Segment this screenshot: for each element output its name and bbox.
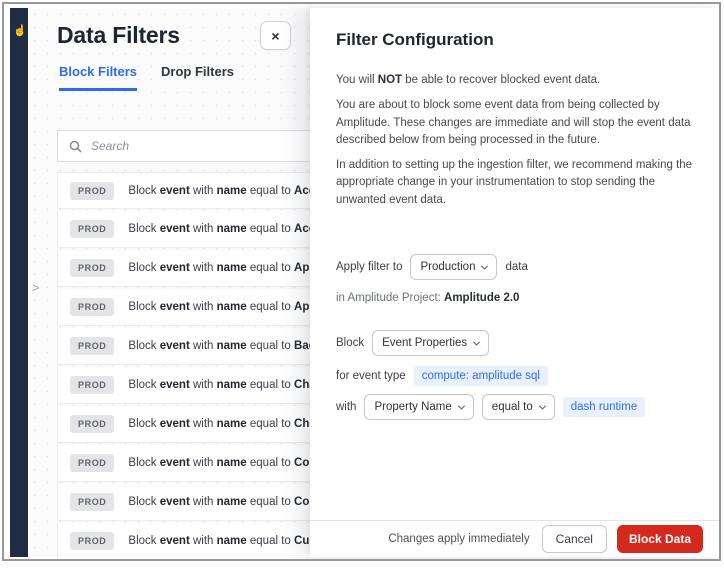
property-name-dropdown[interactable]: Property Name: [364, 394, 474, 420]
project-line: in Amplitude Project: Amplitude 2.0: [336, 292, 520, 304]
filter-row[interactable]: PROD Block event with name equal to Chec: [57, 406, 312, 443]
property-value-chip[interactable]: dash runtime: [562, 397, 646, 417]
filter-row-description: Block event with name equal to Cust: [128, 535, 312, 547]
apply-filter-row: Apply filter to Production data: [336, 254, 528, 280]
tab-drop-filters[interactable]: Drop Filters: [161, 64, 234, 91]
footer-note: Changes apply immediately: [388, 533, 530, 545]
filter-row-description: Block event with name equal to Chec: [128, 418, 312, 430]
drawer-title: Filter Configuration: [336, 30, 494, 49]
screenshot-stage: ☝ Data Filters × Block Filters Drop Filt…: [0, 0, 724, 576]
page-title: Data Filters: [57, 22, 180, 48]
with-row: with Property Name equal to dash runtime: [336, 394, 646, 420]
filter-row[interactable]: PROD Block event with name equal to App: [57, 289, 312, 326]
data-label: data: [505, 261, 528, 273]
cancel-button[interactable]: Cancel: [541, 525, 607, 553]
filter-row[interactable]: PROD Block event with name equal to Com: [57, 484, 312, 521]
filter-row[interactable]: PROD Block event with name equal to Char: [57, 367, 312, 404]
environment-badge: PROD: [70, 259, 115, 277]
filter-row-description: Block event with name equal to App: [128, 301, 312, 313]
filter-row[interactable]: PROD Block event with name equal to Acco: [57, 211, 312, 248]
environment-badge: PROD: [70, 493, 115, 511]
environment-badge: PROD: [70, 298, 115, 316]
block-row: Block Event Properties: [336, 330, 490, 356]
data-filters-panel: Data Filters × Block Filters Drop Filter…: [28, 8, 312, 557]
block-data-button[interactable]: Block Data: [616, 525, 703, 553]
operator-dropdown[interactable]: equal to: [481, 394, 555, 420]
environment-badge: PROD: [70, 532, 115, 550]
filter-row[interactable]: PROD Block event with name equal to Back: [57, 328, 312, 365]
environment-badge: PROD: [70, 454, 115, 472]
filter-row-description: Block event with name equal to Com: [128, 457, 312, 469]
search-icon: [69, 140, 82, 152]
chevron-down-icon: [473, 338, 481, 346]
description-paragraph: You are about to block some event data f…: [336, 99, 691, 146]
chevron-down-icon: [457, 402, 465, 410]
environment-dropdown[interactable]: Production: [410, 254, 498, 280]
event-type-label: for event type: [336, 370, 406, 382]
filter-configuration-drawer: Filter Configuration You will NOT be abl…: [310, 8, 719, 557]
apply-filter-label: Apply filter to: [336, 261, 403, 273]
mouse-cursor: ☝: [13, 25, 27, 37]
left-nav-rail: ☝: [10, 8, 28, 557]
filter-row-description: Block event with name equal to Char: [128, 379, 312, 391]
environment-badge: PROD: [70, 220, 115, 238]
event-type-chip[interactable]: compute: amplitude sql: [413, 366, 548, 386]
filter-row[interactable]: PROD Block event with name equal to Cust: [57, 523, 312, 557]
event-type-row: for event type compute: amplitude sql: [336, 366, 548, 386]
filter-row[interactable]: PROD Block event with name equal to App: [57, 250, 312, 287]
environment-badge: PROD: [70, 181, 115, 200]
warning-line: You will NOT be able to recover blocked …: [336, 74, 601, 86]
drawer-footer: Changes apply immediately Cancel Block D…: [310, 520, 719, 557]
collapse-chevron-icon[interactable]: >: [32, 280, 40, 295]
filter-row-description: Block event with name equal to App: [128, 262, 312, 274]
filter-row-description: Block event with name equal to Back: [128, 340, 312, 352]
search-input[interactable]: Search: [57, 130, 312, 162]
block-label: Block: [336, 337, 365, 349]
tab-block-filters[interactable]: Block Filters: [59, 64, 138, 91]
close-icon[interactable]: ×: [260, 21, 291, 50]
filter-row[interactable]: PROD Block event with name equal to Acco: [57, 172, 312, 209]
with-label: with: [336, 401, 357, 413]
filter-row-description: Block event with name equal to Com: [128, 496, 312, 508]
filter-tabs: Block Filters Drop Filters: [59, 64, 234, 91]
filter-list: PROD Block event with name equal to Acco…: [57, 172, 312, 557]
chevron-down-icon: [538, 402, 546, 410]
filter-row[interactable]: PROD Block event with name equal to Com: [57, 445, 312, 482]
window-frame: ☝ Data Filters × Block Filters Drop Filt…: [2, 2, 721, 561]
recommendation-paragraph: In addition to setting up the ingestion …: [336, 159, 693, 206]
block-type-dropdown[interactable]: Event Properties: [372, 330, 490, 356]
environment-badge: PROD: [70, 415, 115, 433]
search-placeholder: Search: [91, 139, 130, 153]
filter-row-description: Block event with name equal to Acco: [128, 223, 312, 235]
chevron-down-icon: [481, 262, 489, 270]
environment-badge: PROD: [70, 337, 115, 355]
filter-row-description: Block event with name equal to Acco: [128, 184, 312, 197]
environment-badge: PROD: [70, 376, 115, 394]
